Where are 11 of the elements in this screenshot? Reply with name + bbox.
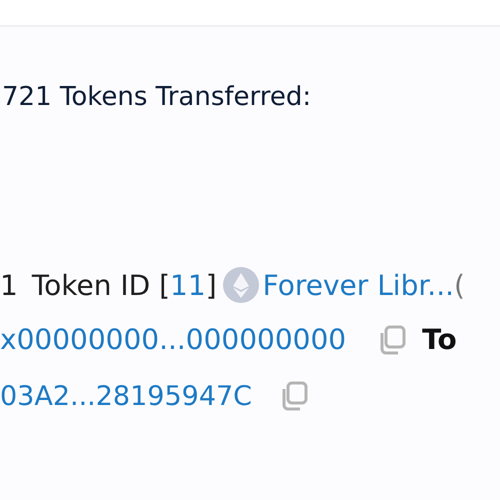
token-name-link[interactable]: Forever Libr... [262,268,454,302]
paren-text: ( [454,268,465,302]
to-address-link[interactable]: 03A2...28195947C [0,380,252,412]
section-heading: 721 Tokens Transferred: [2,82,312,112]
to-label: To [422,323,457,356]
token-count: 1 [0,268,18,302]
ethereum-icon [222,267,259,303]
token-id-label: Token ID [ [32,268,170,302]
token-id-link[interactable]: 11 [170,268,206,302]
from-address-link[interactable]: x00000000...000000000 [0,323,346,356]
bracket-text: ] [206,268,217,302]
